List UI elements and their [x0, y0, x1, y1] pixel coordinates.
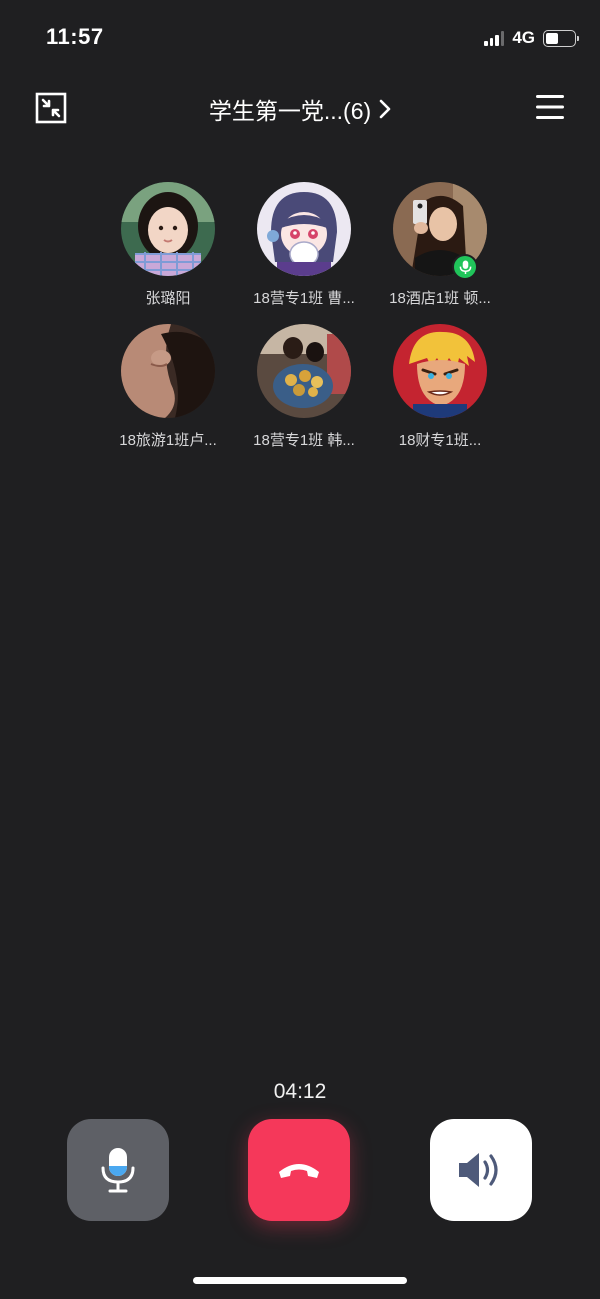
participant-name: 18财专1班...: [398, 432, 482, 449]
microphone-icon: [101, 1148, 135, 1193]
avatar: [257, 182, 351, 276]
participant[interactable]: 18旅游1班卢...: [100, 324, 236, 450]
status-time: 11:57: [46, 24, 104, 49]
speaker-icon: [459, 1153, 498, 1187]
participant[interactable]: 18财专1班...: [372, 324, 508, 450]
participant[interactable]: 18营专1班 曹...: [236, 182, 372, 308]
avatar: [121, 324, 215, 418]
status-indicators: 4G: [484, 28, 579, 48]
hang-up-icon: [279, 1164, 319, 1178]
network-type: 4G: [512, 28, 535, 47]
menu-icon[interactable]: [536, 94, 564, 120]
battery-icon: [543, 29, 579, 47]
avatar: [257, 324, 351, 418]
participant-name: 张璐阳: [145, 290, 191, 307]
group-voice-call-screen: 11:57 4G 学生第一党...(6) 张璐阳 18营专1班 曹... 18酒…: [0, 0, 600, 1299]
chevron-right-icon: [379, 99, 391, 119]
group-title[interactable]: 学生第一党...(6): [0, 92, 600, 126]
participants-grid: 张璐阳 18营专1班 曹... 18酒店1班 顿... 18旅游1班卢... 1…: [100, 182, 510, 450]
call-duration: 04:12: [273, 1080, 327, 1103]
participant-name: 18营专1班 曹...: [253, 290, 355, 307]
participant[interactable]: 18酒店1班 顿...: [372, 182, 508, 308]
participant[interactable]: 18营专1班 韩...: [236, 324, 372, 450]
cellular-signal-icon: [484, 30, 505, 46]
participant-name: 18营专1班 韩...: [253, 432, 355, 449]
hang-up-button[interactable]: [248, 1119, 350, 1221]
participant-name: 18旅游1班卢...: [119, 432, 217, 449]
home-indicator[interactable]: [193, 1277, 407, 1284]
participant[interactable]: 张璐阳: [100, 182, 236, 308]
mute-button[interactable]: [67, 1119, 169, 1221]
speaking-microphone-icon: [452, 254, 478, 280]
group-title-text: 学生第一党...(6): [208, 98, 372, 124]
avatar: [393, 324, 487, 418]
speaker-button[interactable]: [430, 1119, 532, 1221]
participant-name: 18酒店1班 顿...: [389, 290, 491, 307]
avatar: [121, 182, 215, 276]
